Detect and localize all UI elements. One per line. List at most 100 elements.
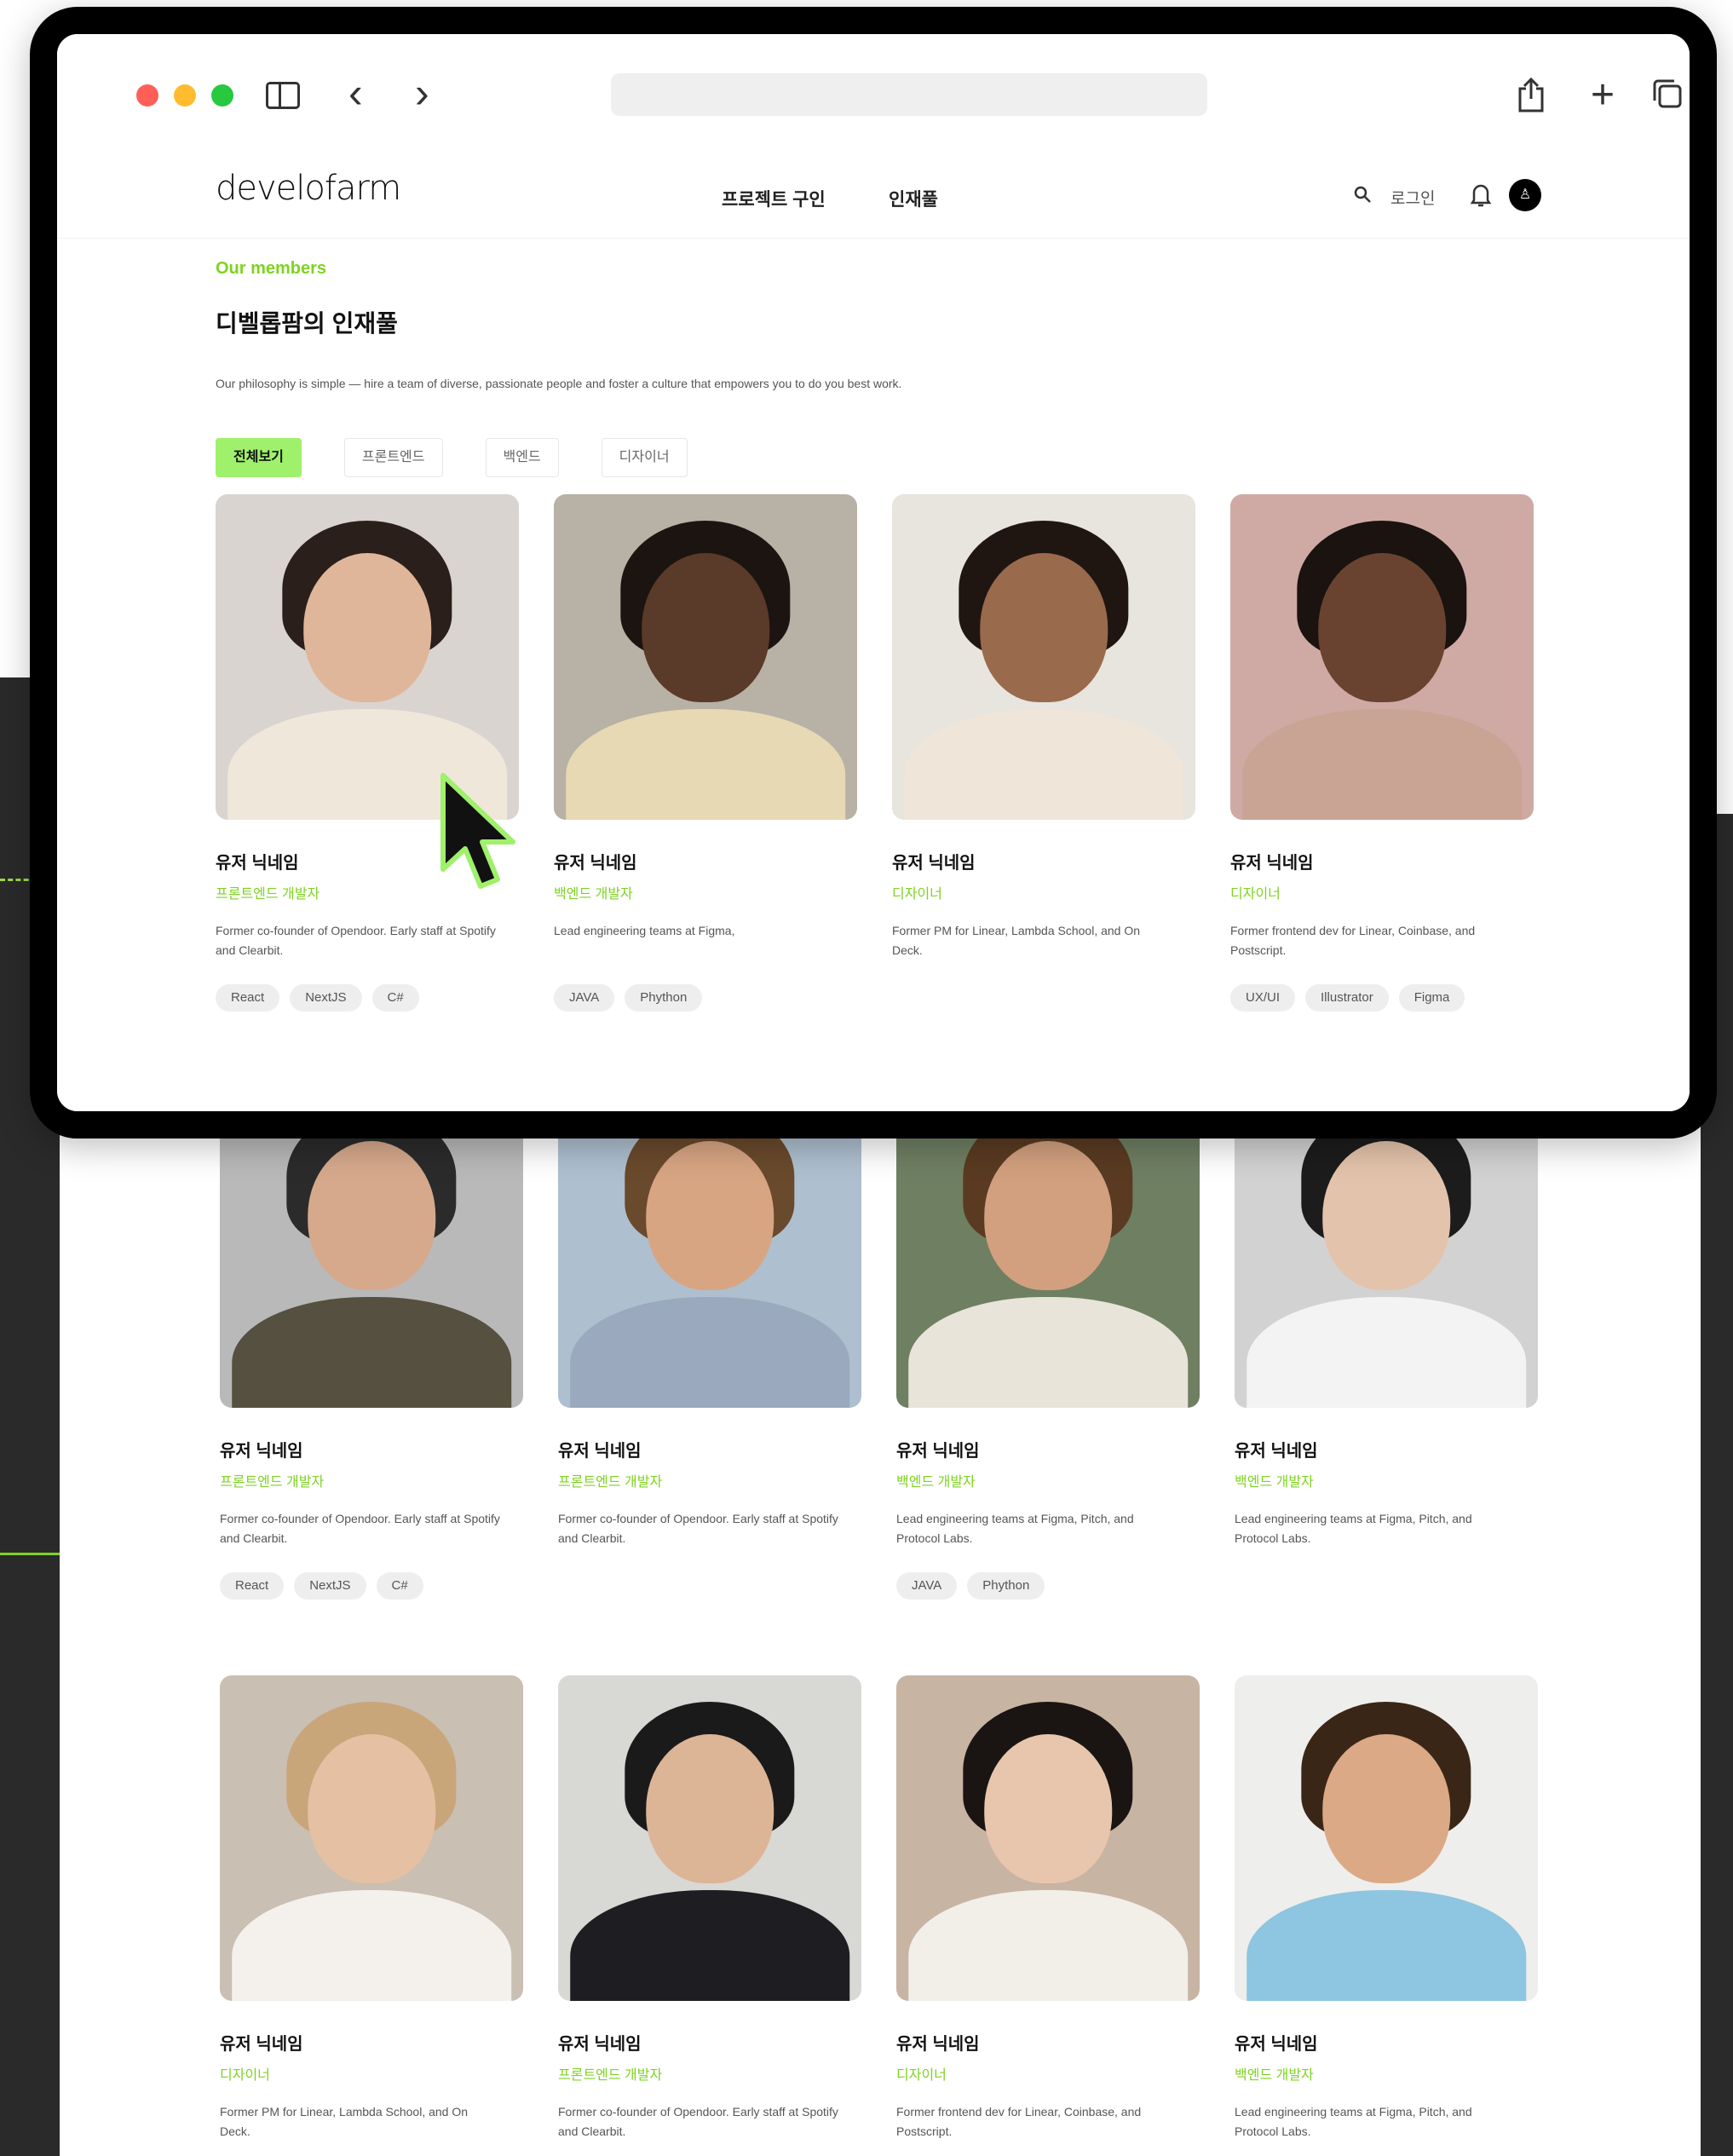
member-card[interactable]: 유저 닉네임 백엔드 개발자 Lead engineering teams at F… [896,1082,1200,1645]
maximize-window-button[interactable] [211,84,233,107]
member-name[interactable]: 유저 닉네임 [558,2030,861,2055]
chevron-right-icon[interactable]: › [415,72,429,114]
member-card[interactable]: 유저 닉네임 백엔드 개발자 Lead engineering teams at F… [554,494,857,1057]
filter-backend[interactable]: 백엔드 [485,438,559,477]
photo-head [303,552,431,703]
photo-body [570,1297,849,1408]
member-card[interactable]: 유저 닉네임디자이너 Former frontend dev for Linear… [896,1675,1200,2156]
member-role: 프론트엔드 개발자 [558,1475,663,1490]
member-name[interactable]: 유저 닉네임 [220,2030,523,2055]
member-bio: Lead engineering teams at Figma, Pitch, … [1235,1512,1472,1545]
member-card[interactable]: 유저 닉네임 프론트엔드 개발자 Former co-founder of Open… [220,1082,523,1645]
member-bio: Lead engineering teams at Figma, Pitch, … [1235,2105,1472,2138]
member-card[interactable]: 유저 닉네임 프론트엔드 개발자 Former co-founder of Open… [558,1675,861,2156]
member-role: 디자이너 [1230,887,1281,902]
photo-body [570,1890,849,2001]
section-eyebrow: Our members [216,259,327,278]
member-tags: React NextJS C# [216,984,519,1012]
bell-icon[interactable] [1470,182,1492,212]
filter-all[interactable]: 전체보기 [216,438,302,477]
mouse-cursor-icon [435,769,528,901]
member-photo[interactable] [892,494,1195,820]
member-role: 백엔드 개발자 [554,887,633,902]
photo-body [232,1890,511,2001]
nav-talent-pool[interactable]: 인재풀 [889,186,938,211]
member-card[interactable]: 유저 닉네임 디자이너 Former PM for Linear, Lambda S… [220,1675,523,2156]
member-name[interactable]: 유저 닉네임 [558,1437,861,1461]
member-name[interactable]: 유저 닉네임 [1235,2030,1538,2055]
member-name[interactable]: 유저 닉네임 [1235,1437,1538,1461]
photo-head [308,1140,435,1291]
photo-body [1242,709,1522,820]
skill-tag[interactable]: C# [371,984,419,1012]
photo-head [1322,1733,1450,1884]
member-photo[interactable] [220,1675,523,2001]
member-name[interactable]: 유저 닉네임 [554,849,857,873]
photo-head [642,552,769,703]
minimize-window-button[interactable] [174,84,196,107]
member-photo[interactable] [1230,494,1534,820]
address-bar[interactable] [611,73,1207,116]
skill-tag[interactable]: JAVA [554,984,615,1012]
skill-tag[interactable]: Illustrator [1305,984,1389,1012]
member-card[interactable]: 유저 닉네임 백엔드 개발자 Lead engineering teams at F… [1235,1675,1538,2156]
tabs-icon[interactable] [1650,77,1684,115]
close-window-button[interactable] [136,84,158,107]
member-name[interactable]: 유저 닉네임 [892,849,1195,873]
skill-tag[interactable]: NextJS [294,1572,366,1600]
member-tags: JAVA Phython [896,1572,1200,1600]
member-name[interactable]: 유저 닉네임 [220,1437,523,1461]
logo-text: develofarm [216,169,401,208]
photo-head [980,552,1108,703]
filter-designer[interactable]: 디자이너 [601,438,688,477]
member-name[interactable]: 유저 닉네임 [896,1437,1200,1461]
skill-tag[interactable]: React [216,984,280,1012]
member-card[interactable]: 유저 닉네임 디자이너 Former frontend dev for Linear… [1230,494,1534,1057]
logo[interactable]: develofarm [216,169,401,208]
member-bio: Former co-founder of Opendoor. Early sta… [220,1512,500,1545]
member-bio: Former co-founder of Opendoor. Early sta… [558,1512,838,1545]
skill-tag[interactable]: C# [376,1572,423,1600]
member-card[interactable]: 유저 닉네임프론트엔드 개발자 Former co-founder of Open… [558,1082,861,1645]
login-link[interactable]: 로그인 [1390,186,1435,209]
member-photo[interactable] [1235,1675,1538,2001]
member-bio: Former frontend dev for Linear, Coinbase… [896,2105,1142,2138]
search-icon[interactable] [1352,184,1373,209]
member-role: 디자이너 [896,2068,947,2083]
photo-body [1246,1890,1526,2001]
member-tags: UX/UI Illustrator Figma [1230,984,1534,1012]
member-photo[interactable] [896,1675,1200,2001]
skill-tag[interactable]: React [220,1572,285,1600]
skill-tag[interactable]: UX/UI [1230,984,1296,1012]
chevron-left-icon[interactable]: ‹ [348,72,363,114]
member-name[interactable]: 유저 닉네임 [896,2030,1200,2055]
member-card[interactable]: 유저 닉네임 백엔드 개발자 Lead engineering teams at F… [1235,1082,1538,1645]
skill-tag[interactable]: Phython [625,984,703,1012]
new-tab-button[interactable]: + [1591,75,1615,116]
member-name[interactable]: 유저 닉네임 [1230,849,1534,873]
photo-head [1322,1140,1450,1291]
share-icon[interactable] [1516,77,1546,118]
skill-tag[interactable]: Figma [1398,984,1465,1012]
sidebar-icon[interactable] [266,82,300,109]
member-photo[interactable] [554,494,857,820]
member-photo[interactable] [558,1675,861,2001]
photo-body [232,1297,511,1408]
skill-tag[interactable]: Phython [967,1572,1045,1600]
skill-tag[interactable]: NextJS [290,984,362,1012]
member-grid-lower: 유저 닉네임 프론트엔드 개발자 Former co-founder of Open… [220,1082,1538,2156]
photo-body [904,709,1183,820]
member-bio: Former co-founder of Opendoor. Early sta… [216,924,496,957]
user-avatar[interactable]: ♙ [1509,179,1541,211]
member-role: 백엔드 개발자 [896,1475,976,1490]
skill-tag[interactable]: JAVA [896,1572,958,1600]
photo-head [984,1140,1112,1291]
photo-head [308,1733,435,1884]
member-card[interactable]: 유저 닉네임 디자이너 Former PM for Linear, Lambda S… [892,494,1195,1057]
nav-project-recruit[interactable]: 프로젝트 구인 [722,186,826,211]
member-bio: Former PM for Linear, Lambda School, and… [220,2105,469,2138]
photo-body [566,709,845,820]
member-tags: JAVA Phython [554,984,857,1012]
photo-body [908,1890,1188,2001]
filter-frontend[interactable]: 프론트엔드 [343,438,443,477]
